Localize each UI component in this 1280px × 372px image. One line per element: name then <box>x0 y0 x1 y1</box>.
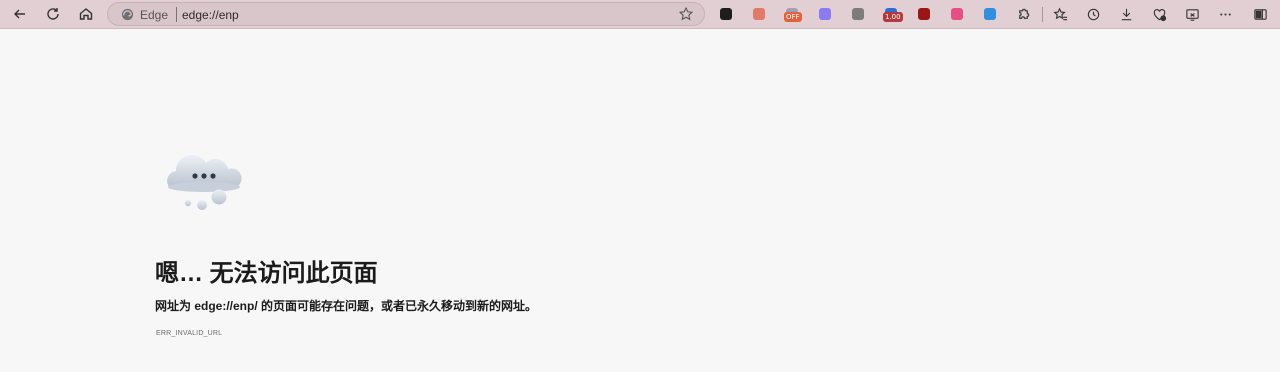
sidebar-icon[interactable] <box>1250 4 1270 24</box>
url-input[interactable]: edge://enp <box>182 8 239 22</box>
toolbar-separator <box>1042 7 1043 22</box>
ext-1-glyph <box>720 8 732 20</box>
screenshot-icon[interactable] <box>1182 4 1202 24</box>
ext-8-glyph <box>951 8 963 20</box>
ext-4-icon[interactable] <box>816 5 834 23</box>
address-bar[interactable]: Edge edge://enp <box>107 2 705 26</box>
back-arrow-icon <box>14 9 25 19</box>
ext-5-icon[interactable] <box>849 5 867 23</box>
performance-icon[interactable] <box>1149 4 1169 24</box>
favorite-star-icon[interactable] <box>678 6 694 22</box>
error-page: 嗯… 无法访问此页面 网址为 edge://enp/ 的页面可能存在问题，或者已… <box>0 30 1280 372</box>
refresh-icon <box>47 8 59 20</box>
ext-7-glyph <box>918 8 930 20</box>
ext-2-icon[interactable] <box>750 5 768 23</box>
browser-toolbar: Edge edge://enp OFF 1.00 <box>0 0 1280 29</box>
favorites-icon[interactable] <box>1050 4 1070 24</box>
site-identity-label: Edge <box>140 8 169 22</box>
ext-2-glyph <box>753 8 765 20</box>
extensions-icon[interactable] <box>1013 4 1033 24</box>
error-cloud-icon <box>167 154 242 210</box>
ext-9-glyph <box>984 8 996 20</box>
ext-9-icon[interactable] <box>981 5 999 23</box>
ext-1-icon[interactable] <box>717 5 735 23</box>
refresh-button[interactable] <box>39 2 67 26</box>
downloads-icon[interactable] <box>1116 4 1136 24</box>
back-button[interactable] <box>6 2 34 26</box>
error-description: 网址为 edge://enp/ 的页面可能存在问题，或者已永久移动到新的网址。 <box>155 299 538 313</box>
ext-8-icon[interactable] <box>948 5 966 23</box>
history-icon[interactable] <box>1083 4 1103 24</box>
error-code: ERR_INVALID_URL <box>156 330 223 337</box>
home-icon <box>79 8 93 20</box>
address-separator <box>176 7 177 22</box>
ext-3-badge: OFF <box>784 12 802 22</box>
more-icon[interactable] <box>1215 4 1235 24</box>
page-title: 嗯… 无法访问此页面 <box>155 260 378 287</box>
home-button[interactable] <box>72 2 100 26</box>
ext-4-glyph <box>819 8 831 20</box>
ext-5-glyph <box>852 8 864 20</box>
ext-6-badge: 1.00 <box>883 12 903 22</box>
edge-logo-icon <box>121 8 134 21</box>
ext-7-icon[interactable] <box>915 5 933 23</box>
